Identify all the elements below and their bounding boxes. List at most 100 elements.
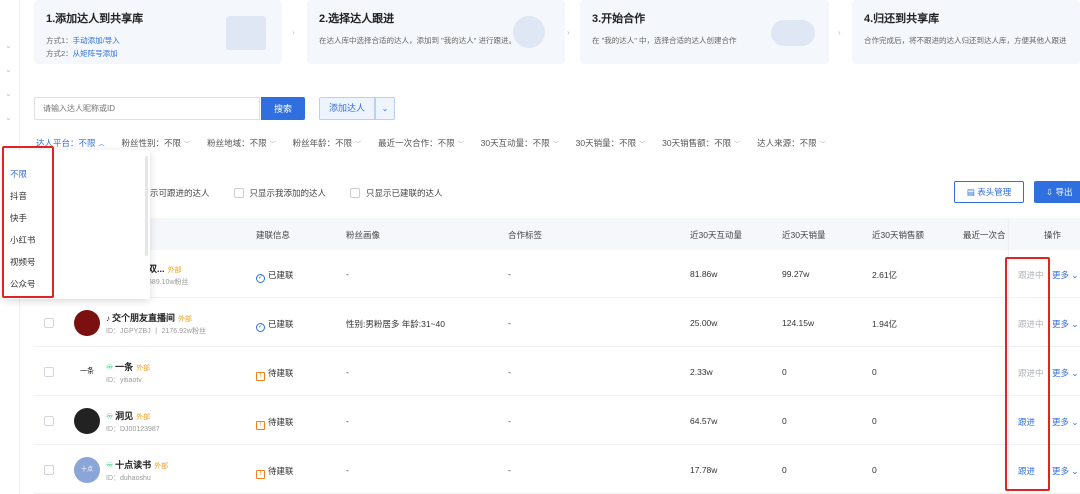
- chevron-down-icon[interactable]: ⌄: [375, 97, 395, 120]
- more-button[interactable]: 更多 ⌄: [1052, 318, 1079, 330]
- export-button[interactable]: ⇩ 导出: [1034, 181, 1080, 203]
- avatar: 一条: [74, 359, 100, 385]
- column-header: 粉丝画像: [346, 230, 381, 240]
- row-checkbox[interactable]: [44, 416, 54, 426]
- row-checkbox[interactable]: [44, 465, 54, 475]
- coop-tag: -: [508, 416, 511, 426]
- fan-profile: -: [346, 367, 349, 377]
- coop-tag: -: [508, 465, 511, 475]
- check-circle-icon: ✓: [256, 323, 265, 332]
- connection-status: ! 待建联: [256, 367, 294, 381]
- more-button[interactable]: 更多 ⌄: [1052, 465, 1079, 477]
- pending-icon: !: [256, 470, 265, 479]
- chevron-up-icon: ︿: [98, 142, 105, 148]
- revenue-30d: 1.94亿: [872, 319, 898, 329]
- filter-30d-sales[interactable]: 30天销量：不限 ﹀: [576, 137, 645, 149]
- creator-name[interactable]: ♾ 洞见 外部: [106, 409, 150, 422]
- columns-icon: ▤: [966, 187, 978, 197]
- chevron-right-icon: ›: [292, 28, 295, 37]
- filter-30d-revenue[interactable]: 30天销售额：不限 ﹀: [662, 137, 740, 149]
- step-desc: 方式1：: [46, 36, 73, 45]
- step-card-4: 4.归还到共享库 合作完成后，将不跟进的达人归还到达人库，方便其他人跟进: [852, 0, 1080, 64]
- sales-30d: 0: [782, 367, 787, 377]
- filter-source[interactable]: 达人来源：不限 ﹀: [757, 137, 826, 149]
- add-creator-button[interactable]: 添加达人: [319, 97, 375, 120]
- pending-icon: !: [256, 372, 265, 381]
- sales-30d: 99.27w: [782, 269, 810, 279]
- onboarding-steps: 1.添加达人到共享库 方式1：手动添加/导入 方式2：从矩阵号添加 › 2.选择…: [34, 0, 1080, 66]
- chevron-down-icon: ﹀: [457, 142, 464, 148]
- source-badge: 外部: [136, 414, 151, 421]
- check-circle-icon: ✓: [256, 274, 265, 283]
- scrollbar[interactable]: [145, 156, 148, 256]
- fan-profile: -: [346, 269, 349, 279]
- filter-fan-region[interactable]: 粉丝地域：不限 ﹀: [207, 137, 276, 149]
- chevron-right-icon: ›: [567, 28, 570, 37]
- channels-icon: ♾: [106, 461, 114, 470]
- checkbox-label: 示可跟进的达人: [150, 188, 210, 198]
- chevron-down-icon[interactable]: ⌄: [5, 114, 13, 122]
- revenue-30d: 0: [872, 465, 877, 475]
- chevron-down-icon: ﹀: [552, 142, 559, 148]
- connection-status: ! 待建联: [256, 465, 294, 479]
- interaction-30d: 17.78w: [690, 465, 718, 475]
- creator-name[interactable]: ♪ 交个朋友直播间 外部: [106, 311, 192, 324]
- chevron-down-icon: ﹀: [819, 142, 826, 148]
- chevron-down-icon[interactable]: ⌄: [5, 66, 13, 74]
- highlight-box: [1005, 257, 1050, 491]
- sales-30d: 0: [782, 416, 787, 426]
- column-header: 建联信息: [256, 230, 291, 240]
- search-button[interactable]: 搜索: [261, 97, 305, 120]
- column-header: 合作标签: [508, 230, 543, 240]
- more-button[interactable]: 更多 ⌄: [1052, 367, 1079, 379]
- table-row: 十点 ♾ 十点读书 外部 ID：duhaoshu ! 待建联 - - 17.78w 0…: [34, 446, 1080, 494]
- column-header: 最近一次合: [963, 230, 1006, 240]
- column-header: 近30天互动量: [690, 230, 742, 240]
- step-illustration: [226, 16, 266, 50]
- chevron-down-icon[interactable]: ⌄: [5, 90, 13, 98]
- table-header-manage-button[interactable]: ▤ 表头管理: [954, 181, 1024, 203]
- creator-name[interactable]: ♾ 一条 外部: [106, 360, 150, 373]
- chevron-down-icon[interactable]: ⌄: [5, 42, 13, 50]
- filter-last-coop[interactable]: 最近一次合作：不限 ﹀: [378, 137, 464, 149]
- channels-icon: ♾: [106, 412, 114, 421]
- coop-tag: -: [508, 367, 511, 377]
- coop-tag: -: [508, 318, 511, 328]
- filter-30d-interaction[interactable]: 30天互动量：不限 ﹀: [481, 137, 559, 149]
- step-desc: 方式2：: [46, 49, 73, 58]
- row-checkbox[interactable]: [44, 367, 54, 377]
- interaction-30d: 81.86w: [690, 269, 718, 279]
- revenue-30d: 2.61亿: [872, 270, 898, 280]
- column-header: 操作: [1044, 230, 1062, 240]
- sales-30d: 124.15w: [782, 318, 815, 328]
- sales-30d: 0: [782, 465, 787, 475]
- more-button[interactable]: 更多 ⌄: [1052, 269, 1079, 281]
- source-badge: 外部: [154, 463, 169, 470]
- douyin-icon: ♪: [106, 314, 110, 323]
- creator-id: ID：JGPYZBJ 丨 2176.92w粉丝: [106, 328, 206, 335]
- connection-status: ! 待建联: [256, 416, 294, 430]
- filter-fan-gender[interactable]: 粉丝性别：不限 ﹀: [122, 137, 191, 149]
- checkbox-my-added[interactable]: [233, 188, 244, 198]
- checkbox-connected[interactable]: [350, 188, 361, 198]
- filter-fan-age[interactable]: 粉丝年龄：不限 ﹀: [293, 137, 362, 149]
- pending-icon: !: [256, 421, 265, 430]
- coop-tag: -: [508, 269, 511, 279]
- manual-add-link[interactable]: 手动添加/导入: [73, 36, 120, 45]
- table-row: 20号早8点双...外部 uan1991 丨 1689.10w粉丝 ✓已建联 -…: [34, 250, 1080, 298]
- chevron-down-icon: ﹀: [269, 142, 276, 148]
- matrix-add-link[interactable]: 从矩阵号添加: [73, 49, 118, 58]
- checkbox-label: 只显示已建联的达人: [366, 188, 443, 198]
- more-button[interactable]: 更多 ⌄: [1052, 416, 1079, 428]
- interaction-30d: 2.33w: [690, 367, 713, 377]
- avatar: [74, 310, 100, 336]
- chevron-down-icon: ﹀: [639, 142, 646, 148]
- search-input[interactable]: [34, 97, 260, 120]
- fan-profile: 性别:男粉居多 年龄:31~40: [346, 319, 445, 329]
- source-badge: 外部: [136, 365, 151, 372]
- column-header: 近30天销量: [782, 230, 826, 240]
- creator-name[interactable]: ♾ 十点读书 外部: [106, 458, 168, 471]
- row-checkbox[interactable]: [44, 318, 54, 328]
- table-header: 建联信息 粉丝画像 合作标签 近30天互动量 近30天销量 近30天销售额 最近…: [34, 218, 1080, 250]
- step-card-2: 2.选择达人跟进 在达人库中选择合适的达人，添加到 "我的达人" 进行跟进。: [307, 0, 565, 64]
